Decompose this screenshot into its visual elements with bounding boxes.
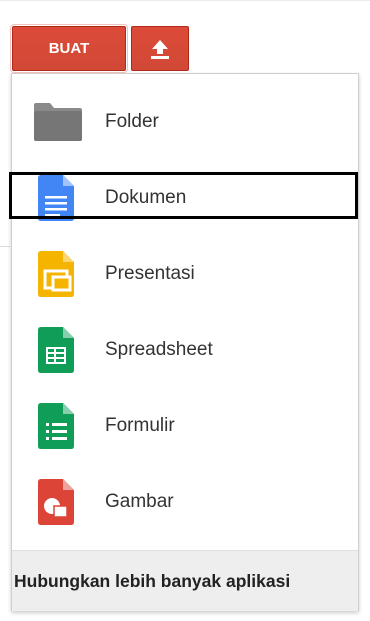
menu-item-label: Presentasi [105,263,195,284]
create-menu: Folder Dokumen Presentasi Spreadsheet Fo… [11,73,359,611]
connect-more-apps-link[interactable]: Hubungkan lebih banyak aplikasi [12,550,358,611]
folder-icon [33,102,83,142]
drawing-icon [38,479,74,525]
menu-item-drawing[interactable]: Gambar [12,464,358,540]
menu-item-folder[interactable]: Folder [12,84,358,160]
menu-item-label: Gambar [105,491,174,512]
spreadsheet-icon [38,327,74,373]
background-divider [0,246,10,247]
presentation-icon [38,251,74,297]
connect-more-apps-label: Hubungkan lebih banyak aplikasi [14,570,291,591]
form-icon [38,403,74,449]
menu-item-label: Spreadsheet [105,339,213,360]
menu-item-spreadsheet[interactable]: Spreadsheet [12,312,358,388]
menu-item-label: Formulir [105,415,175,436]
top-divider [0,0,370,1]
menu-item-presentation[interactable]: Presentasi [12,236,358,312]
upload-icon [151,39,169,59]
selection-highlight [9,172,358,219]
menu-item-label: Folder [105,111,159,132]
menu-item-form[interactable]: Formulir [12,388,358,464]
upload-button[interactable] [131,26,189,71]
create-button[interactable]: BUAT [10,24,128,73]
